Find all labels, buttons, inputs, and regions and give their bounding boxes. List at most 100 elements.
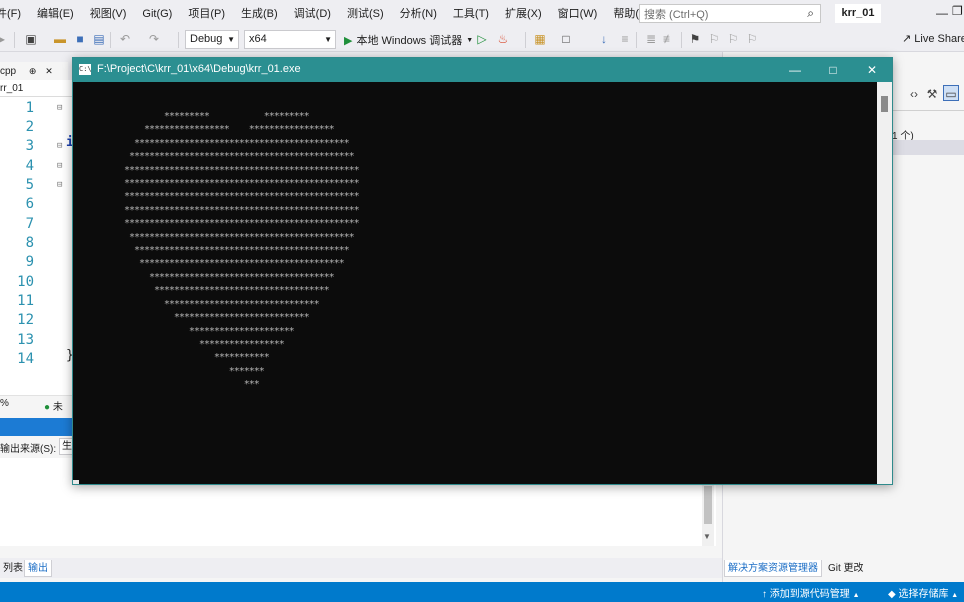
project-nav-combo[interactable]: rr_01 — [0, 80, 72, 97]
console-maximize-button[interactable]: □ — [822, 61, 844, 79]
editor-tab[interactable]: cpp ⊕ ✕ — [0, 62, 68, 80]
issues-indicator[interactable]: ● 未 — [44, 398, 63, 413]
step-icon[interactable]: ↓ — [596, 31, 612, 47]
selected-tree-item[interactable] — [892, 140, 964, 155]
menu-view[interactable]: 视图(V) — [82, 0, 135, 28]
menu-build[interactable]: 生成(B) — [233, 0, 286, 28]
tab-error-list[interactable]: 列表 — [0, 560, 26, 577]
zoom-level[interactable]: % — [0, 398, 9, 409]
menu-tools[interactable]: 工具(T) — [445, 0, 497, 28]
select-repo-label: 选择存储库 — [898, 589, 949, 600]
menu-project[interactable]: 项目(P) — [180, 0, 233, 28]
run-label: 本地 Windows 调试器 — [356, 35, 463, 47]
search-icon[interactable]: ⌕ — [807, 6, 814, 21]
menu-analyze[interactable]: 分析(N) — [392, 0, 445, 28]
line-number: 9 — [25, 254, 34, 270]
share-icon: ↗ — [902, 33, 912, 45]
line-number: 3 — [25, 138, 34, 154]
console-minimize-button[interactable]: — — [784, 61, 806, 79]
start-without-debug-icon[interactable]: ▷ — [474, 31, 490, 47]
fold-icon[interactable]: ⊟ — [57, 161, 65, 171]
bookmark-icon[interactable]: ⚑ — [687, 31, 703, 47]
tab-git-changes[interactable]: Git 更改 — [825, 560, 867, 577]
tab-output[interactable]: 输出 — [24, 560, 52, 577]
search-input[interactable]: 搜索 (Ctrl+Q) ⌕ — [639, 4, 821, 23]
run-debugger-button[interactable]: ▶ 本地 Windows 调试器 ▼ — [344, 31, 473, 49]
comment-icon[interactable]: ≡ — [617, 31, 633, 47]
chevron-down-icon: ▼ — [227, 35, 235, 44]
select-repository-button[interactable]: ◆ 选择存储库 ▲ — [888, 585, 958, 600]
line-number: 8 — [25, 235, 34, 251]
console-title-bar[interactable]: C:\ F:\Project\C\krr_01\x64\Debug\krr_01… — [73, 58, 892, 82]
console-body[interactable]: ********* ********* ***************** **… — [73, 82, 892, 484]
toolbar: ▸ ▣ ▬ ■ ▤ ↶ ↷ Debug ▼ x64 ▼ ▶ 本地 Windows… — [0, 28, 964, 52]
console-close-button[interactable]: ✕ — [861, 61, 883, 79]
line-number: 5 — [25, 177, 34, 193]
toolbar-separator — [681, 32, 682, 48]
config-combo[interactable]: Debug ▼ — [185, 30, 239, 49]
new-project-icon[interactable]: ▣ — [23, 31, 39, 47]
bottom-tab-strip — [0, 558, 722, 578]
console-scroll-thumb[interactable] — [881, 96, 888, 112]
repo-icon: ◆ — [888, 589, 896, 600]
menu-window[interactable]: 窗口(W) — [550, 0, 606, 28]
fold-icon[interactable]: ⊟ — [57, 103, 65, 113]
add-to-source-control-button[interactable]: ↑ 添加到源代码管理 ▲ — [762, 585, 860, 600]
console-output: ********* ********* ***************** **… — [124, 111, 360, 391]
scroll-down-icon[interactable]: ▼ — [703, 532, 711, 541]
minimize-button[interactable]: — — [932, 6, 952, 22]
undo-icon[interactable]: ↶ — [117, 31, 133, 47]
output-scroll-thumb[interactable] — [704, 486, 712, 524]
toolbar-separator — [14, 32, 15, 48]
play-icon: ▶ — [344, 34, 353, 47]
issues-text: 未 — [52, 402, 63, 413]
platform-combo[interactable]: x64 ▼ — [244, 30, 336, 49]
code-icon[interactable]: ‹› — [906, 86, 922, 102]
pin-icon[interactable]: ⊕ — [29, 66, 37, 76]
redo-icon[interactable]: ↷ — [146, 31, 162, 47]
menu-debug[interactable]: 调试(D) — [286, 0, 339, 28]
save-all-icon[interactable]: ▤ — [91, 31, 107, 47]
wrench-icon[interactable]: ⚒ — [924, 86, 940, 102]
output-source-label: 输出来源(S): — [0, 444, 57, 455]
console-app-icon: C:\ — [79, 64, 92, 75]
console-window[interactable]: C:\ F:\Project\C\krr_01\x64\Debug\krr_01… — [72, 57, 893, 485]
menu-git[interactable]: Git(G) — [134, 0, 180, 28]
menu-file[interactable]: 件(F) — [0, 0, 29, 28]
menu-edit[interactable]: 编辑(E) — [29, 0, 82, 28]
window-layout-icon[interactable]: □ — [558, 31, 574, 47]
line-number: 13 — [17, 332, 34, 348]
config-value: Debug — [190, 33, 223, 45]
prev-bookmark-icon[interactable]: ⚐ — [706, 31, 722, 47]
line-number: 1 — [25, 100, 34, 116]
editor-tab-label: cpp — [0, 66, 17, 77]
line-number: 4 — [25, 158, 34, 174]
restore-button[interactable]: ❐ — [952, 4, 964, 20]
preview-icon[interactable]: ▭ — [943, 85, 959, 101]
hot-reload-icon[interactable]: ♨ — [495, 31, 511, 47]
search-placeholder: 搜索 (Ctrl+Q) — [644, 8, 709, 21]
chevron-up-icon: ▲ — [951, 592, 959, 599]
platform-value: x64 — [249, 33, 267, 45]
console-scrollbar[interactable] — [877, 82, 892, 484]
solution-explorer-toolbar: ‹› ⚒ ▭ — [892, 84, 964, 106]
open-folder-icon[interactable]: ▬ — [52, 31, 68, 47]
clear-bookmarks-icon[interactable]: ⚐ — [744, 31, 760, 47]
fold-icon[interactable]: ⊟ — [57, 180, 65, 190]
live-share-button[interactable]: ↗ Live Share — [902, 32, 964, 45]
browse-icon[interactable]: ▦ — [532, 31, 548, 47]
close-icon[interactable]: ✕ — [45, 66, 53, 76]
line-number: 6 — [25, 196, 34, 212]
arrow-up-icon: ↑ — [762, 589, 767, 600]
toolbar-separator — [636, 32, 637, 48]
menu-extensions[interactable]: 扩展(X) — [497, 0, 550, 28]
forward-icon[interactable]: ▸ — [0, 31, 10, 47]
outdent-icon[interactable]: ≢ — [661, 31, 677, 47]
check-circle-icon: ● — [44, 402, 51, 413]
tab-solution-explorer[interactable]: 解决方案资源管理器 — [724, 560, 822, 577]
fold-icon[interactable]: ⊟ — [57, 141, 65, 151]
indent-icon[interactable]: ≣ — [643, 31, 659, 47]
save-icon[interactable]: ■ — [72, 31, 88, 47]
menu-test[interactable]: 测试(S) — [339, 0, 392, 28]
next-bookmark-icon[interactable]: ⚐ — [725, 31, 741, 47]
